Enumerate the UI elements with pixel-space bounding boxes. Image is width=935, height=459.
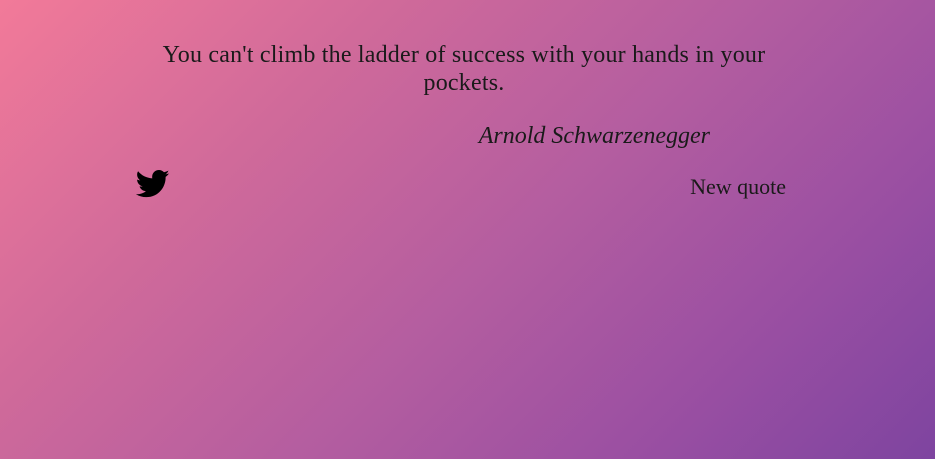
quote-author: Arnold Schwarzenegger <box>478 123 710 149</box>
quote-text: You can't climb the ladder of success wi… <box>162 42 766 96</box>
new-quote-button[interactable]: New quote <box>690 174 786 200</box>
tweet-quote-button[interactable] <box>136 169 170 199</box>
quote-box: You can't climb the ladder of success wi… <box>136 38 792 208</box>
twitter-bird-icon <box>136 169 170 198</box>
